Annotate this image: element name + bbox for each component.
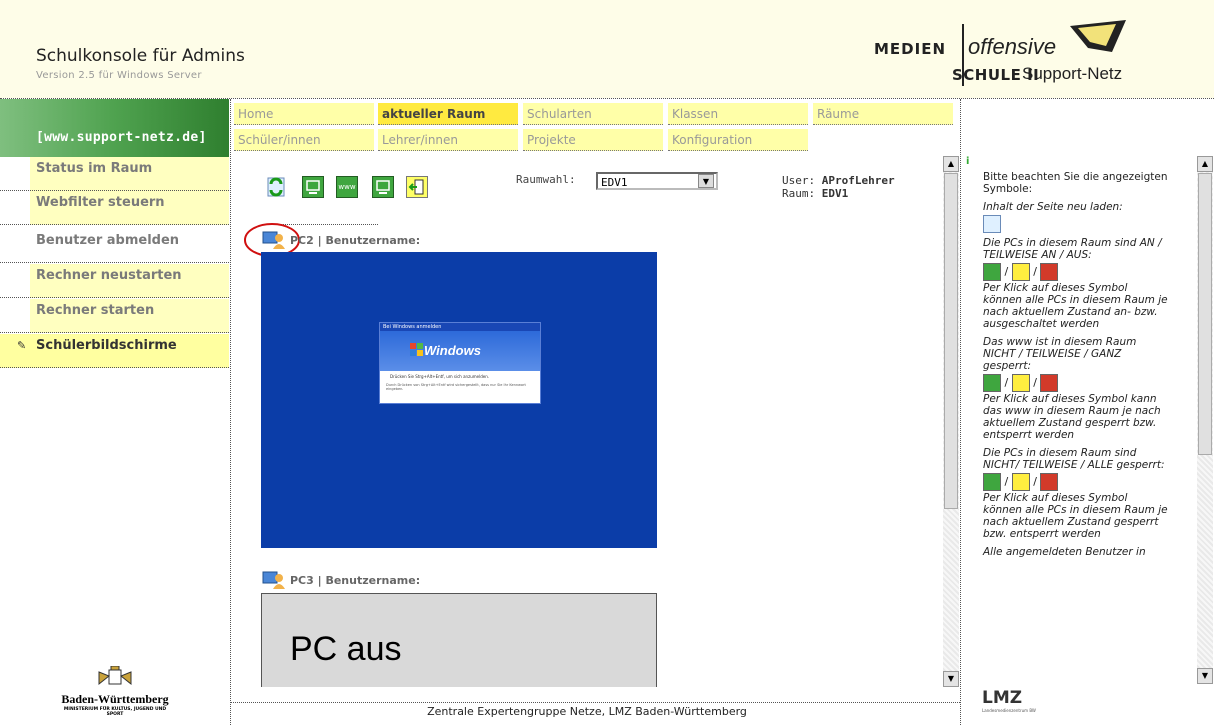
sidebar-item-label: Schülerbildschirme <box>36 338 177 353</box>
help-panel: Bitte beachten Sie die angezeigten Symbo… <box>965 155 1197 685</box>
pcs-lock-icon[interactable] <box>372 176 394 198</box>
pc-user-icon[interactable] <box>262 570 286 590</box>
help-separator: / <box>1004 265 1009 278</box>
help-intro: Bitte beachten Sie die angezeigten Symbo… <box>983 171 1168 195</box>
bw-logo-name: Baden-Württemberg <box>61 692 169 706</box>
bw-coat-of-arms-icon <box>98 665 132 686</box>
pc-locked-icon <box>1040 473 1059 491</box>
pc3-label: PC3 | Benutzername: <box>290 574 421 587</box>
pc-on-icon <box>983 263 1001 281</box>
help-pcs-locked-click: Per Klick auf dieses Symbol können alle … <box>983 492 1168 540</box>
sidebar-banner <box>0 99 229 157</box>
pc3-status-text: PC aus <box>290 630 402 668</box>
sidebar-divider <box>230 99 231 725</box>
sidebar-item-rechner-starten[interactable]: Rechner starten <box>0 299 229 333</box>
bw-logo: Baden-Württemberg MINISTERIUM FÜR KULTUS… <box>60 665 170 717</box>
footer-divider <box>231 702 960 703</box>
www-partial-icon <box>1011 374 1030 392</box>
help-separator: / <box>1033 376 1037 389</box>
raumwahl-label: Raumwahl: <box>516 173 576 186</box>
lmz-logo: LMZ Landesmedienzentrum BW <box>982 688 1036 713</box>
help-pcs-on: Die PCs in diesem Raum sind AN / TEILWEI… <box>983 237 1162 261</box>
scroll-down-icon[interactable]: ▼ <box>1197 668 1213 684</box>
help-www-status: Das www ist in diesem Raum NICHT / TEILW… <box>983 336 1137 372</box>
content-scrollbar[interactable]: ▲ ▼ <box>943 156 959 687</box>
help-www-symbols: / / <box>983 374 1169 392</box>
sidebar-item-webfilter[interactable]: Webfilter steuern <box>0 191 229 225</box>
pc-unlocked-icon <box>983 473 1001 491</box>
help-pcs-on-symbols: / / <box>983 263 1169 281</box>
lmz-logo-sub: Landesmedienzentrum BW <box>982 708 1036 713</box>
nav-lehrer[interactable]: Lehrer/innen <box>378 129 518 151</box>
nav-schueler[interactable]: Schüler/innen <box>234 129 374 151</box>
reload-icon <box>983 215 1001 233</box>
nav-raeume[interactable]: Räume <box>813 103 953 125</box>
content-scroll-thumb[interactable] <box>944 173 958 509</box>
sidebar-item-status-im-raum[interactable]: Status im Raum <box>0 157 229 191</box>
logo-support-text: Support-Netz <box>1022 64 1123 83</box>
pc-partial-lock-icon <box>1011 473 1030 491</box>
www-blocked-icon <box>1040 374 1059 392</box>
help-separator: / <box>1004 475 1009 488</box>
dialog-banner: Windows <box>380 331 540 371</box>
chevron-down-icon[interactable]: ▼ <box>698 174 714 188</box>
windows-flag-icon <box>410 343 423 356</box>
logout-icon[interactable] <box>406 176 428 198</box>
sidebar-item-rechner-neustarten[interactable]: Rechner neustarten <box>0 264 229 298</box>
www-filter-icon[interactable]: www <box>336 176 358 198</box>
footer-text: Zentrale Expertengruppe Netze, LMZ Baden… <box>427 705 747 718</box>
help-divider <box>960 99 961 725</box>
help-www-click: Per Klick auf dieses Symbol kann das www… <box>983 393 1161 441</box>
bw-logo-sub: MINISTERIUM FÜR KULTUS, JUGEND UND SPORT <box>63 707 167 717</box>
dialog-brand: Windows <box>424 343 481 358</box>
help-scroll-thumb[interactable] <box>1198 173 1212 455</box>
lmz-logo-text: LMZ <box>982 688 1023 708</box>
pc-partial-icon <box>1011 263 1030 281</box>
pcs-power-icon[interactable] <box>302 176 324 198</box>
pc2-label: PC2 | Benutzername: <box>290 234 421 247</box>
dialog-text-2: Durch Drücken von Strg+Alt+Entf wird sic… <box>386 383 526 391</box>
help-logged-in: Alle angemeldeten Benutzer in <box>983 546 1146 558</box>
sidebar-item-schuelerbildschirme[interactable]: ✎ Schülerbildschirme <box>0 334 229 368</box>
scroll-up-icon[interactable]: ▲ <box>1197 156 1213 172</box>
dialog-title: Bei Windows anmelden <box>380 323 540 331</box>
help-separator: / <box>1033 265 1037 278</box>
raum-value: EDV1 <box>821 187 849 200</box>
help-scrollbar[interactable]: ▲ ▼ <box>1197 156 1213 684</box>
help-pcs-on-click: Per Klick auf dieses Symbol können alle … <box>983 282 1168 330</box>
support-netz-link[interactable]: [www.support-netz.de] <box>36 130 207 145</box>
app-title: Schulkonsole für Admins <box>36 46 245 66</box>
help-lock-symbols: / / <box>983 473 1169 491</box>
sidebar-item-benutzer-abmelden[interactable]: Benutzer abmelden <box>0 229 229 263</box>
help-separator: / <box>1004 376 1009 389</box>
user-value: AProfLehrer <box>821 174 895 187</box>
reload-icon[interactable] <box>266 176 288 198</box>
windows-login-dialog: Bei Windows anmelden Windows Drücken Sie… <box>379 322 541 404</box>
app-version: Version 2.5 für Windows Server <box>36 70 202 81</box>
help-separator: / <box>1033 475 1037 488</box>
user-label: User: <box>782 174 816 187</box>
logo-medien-text: MEDIEN <box>874 40 947 58</box>
help-text: Bitte beachten Sie die angezeigten Symbo… <box>983 171 1169 558</box>
www-open-icon <box>983 374 1001 392</box>
pen-icon: ✎ <box>17 339 27 352</box>
raum-label: Raum: <box>782 187 816 200</box>
help-pcs-locked: Die PCs in diesem Raum sind NICHT/ TEILW… <box>983 447 1165 471</box>
nav-konfiguration[interactable]: Konfiguration <box>668 129 808 151</box>
help-reload: Inhalt der Seite neu laden: <box>983 201 1123 213</box>
pc-off-icon <box>1040 263 1059 281</box>
medienoffensive-logo-icon <box>1070 20 1126 52</box>
user-info: User: AProfLehrer Raum: EDV1 <box>782 174 895 200</box>
dialog-text-1: Drücken Sie Strg+Alt+Entf, um sich anzum… <box>390 374 490 379</box>
nav-home[interactable]: Home <box>234 103 374 125</box>
nav-schularten[interactable]: Schularten <box>523 103 663 125</box>
nav-klassen[interactable]: Klassen <box>668 103 808 125</box>
nav-projekte[interactable]: Projekte <box>523 129 663 151</box>
scroll-down-icon[interactable]: ▼ <box>943 671 959 687</box>
help-reload-symbol <box>983 215 1169 233</box>
scroll-up-icon[interactable]: ▲ <box>943 156 959 172</box>
logo-offensive-text: offensive <box>968 34 1057 59</box>
nav-aktueller-raum[interactable]: aktueller Raum <box>378 103 518 125</box>
content-bottom-clip <box>231 687 943 702</box>
